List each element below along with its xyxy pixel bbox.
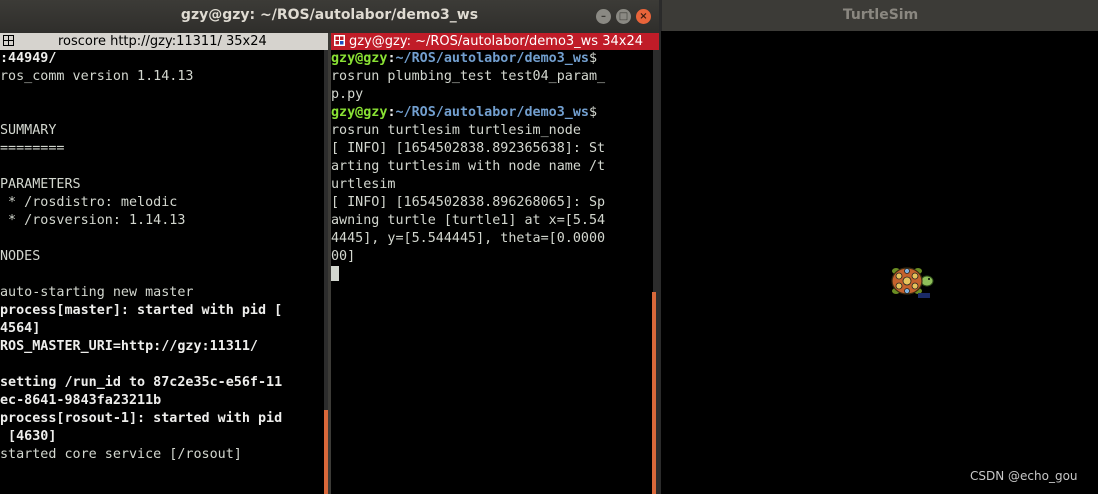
window-title: gzy@gzy: ~/ROS/autolabor/demo3_ws — [180, 7, 479, 23]
terminal-line: :44949/ — [0, 51, 57, 66]
terminal-line: process[master]: started with pid [ — [0, 303, 283, 318]
terminal-line: SUMMARY — [0, 123, 57, 138]
terminal-line: ROS_MASTER_URI=http://gzy:11311/ — [0, 339, 258, 354]
terminal-line: NODES — [0, 249, 41, 264]
pane-header-demo3[interactable]: gzy@gzy: ~/ROS/autolabor/demo3_ws 34x24 — [331, 33, 659, 50]
terminal-pane-demo3[interactable]: gzy@gzy:~/ROS/autolabor/demo3_ws$ rosrun… — [331, 50, 653, 494]
pane-header-label: gzy@gzy: ~/ROS/autolabor/demo3_ws 34x24 — [349, 34, 643, 49]
terminal-output: gzy@gzy:~/ROS/autolabor/demo3_ws$ rosrun… — [331, 50, 653, 284]
scrollbar[interactable] — [324, 410, 328, 494]
window-title: TurtleSim — [842, 7, 919, 23]
terminal-line: process[rosout-1]: started with pid — [0, 411, 283, 426]
terminal-line: auto-starting new master — [0, 285, 194, 300]
watermark: CSDN @echo_gou — [970, 469, 1078, 483]
terminal-pane-roscore[interactable]: :44949/ ros_comm version 1.14.13 SUMMARY… — [0, 50, 324, 494]
turtlesim-canvas — [661, 31, 1098, 494]
terminal-line: started core service [/rosout] — [0, 447, 242, 462]
terminal-output: :44949/ ros_comm version 1.14.13 SUMMARY… — [0, 50, 324, 464]
turtlesim-titlebar[interactable]: TurtleSim — [661, 0, 1098, 31]
maximize-button[interactable]: □ — [616, 9, 631, 24]
scrollbar[interactable] — [652, 292, 656, 494]
turtle-icon — [891, 267, 934, 298]
terminal-titlebar[interactable]: gzy@gzy: ~/ROS/autolabor/demo3_ws – □ × — [0, 0, 659, 33]
close-button[interactable]: × — [636, 9, 651, 24]
terminal-line: * /rosversion: 1.14.13 — [0, 213, 186, 228]
terminal-grid-icon[interactable] — [334, 35, 345, 46]
terminal-line: [4630] — [0, 429, 57, 444]
text-cursor — [331, 266, 339, 281]
terminal-line: 4564] — [0, 321, 41, 336]
terminal-line: ec-8641-9843fa23211b — [0, 393, 162, 408]
terminal-grid-icon[interactable] — [3, 35, 14, 46]
pane-header-label: roscore http://gzy:11311/ 35x24 — [58, 34, 267, 49]
terminal-line: setting /run_id to 87c2e35c-e56f-11 — [0, 375, 283, 390]
terminal-line: * /rosdistro: melodic — [0, 195, 178, 210]
terminal-line: ros_comm version 1.14.13 — [0, 69, 194, 84]
pane-header-roscore[interactable]: roscore http://gzy:11311/ 35x24 — [0, 33, 328, 50]
minimize-button[interactable]: – — [596, 9, 611, 24]
terminal-line: PARAMETERS — [0, 177, 81, 192]
terminal-line: ======== — [0, 141, 65, 156]
